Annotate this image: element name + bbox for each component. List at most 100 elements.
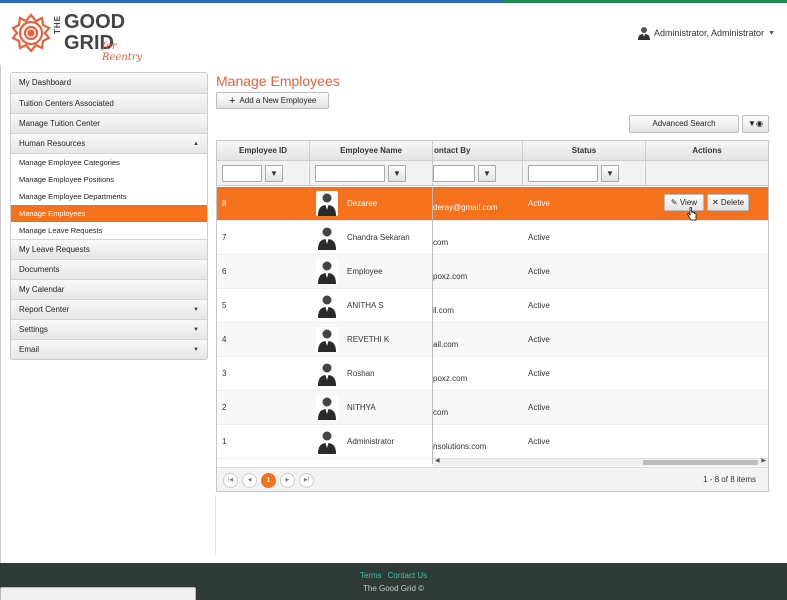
advanced-search-button[interactable]: Advanced Search: [629, 115, 739, 133]
status-cell: Active: [528, 301, 550, 310]
table-row[interactable]: 4 REVETHI K ail.com Active: [217, 323, 768, 357]
view-button[interactable]: ✎ View: [664, 194, 704, 211]
contact-by-filter-input[interactable]: [433, 165, 475, 182]
employee-avatar-icon: [318, 397, 336, 420]
table-row[interactable]: 6 Employee poxz.com Active: [217, 255, 768, 289]
filter-cell-status: ▼: [523, 161, 646, 186]
employee-name-cell: Employee: [347, 267, 383, 276]
employee-photo: [316, 191, 338, 216]
prev-page-icon[interactable]: ◀: [242, 473, 257, 488]
employee-photo: [316, 293, 338, 318]
view-label: View: [679, 198, 698, 207]
sidebar-subitem-employee-departments[interactable]: Manage Employee Departments: [11, 188, 207, 205]
sidebar-item-manage-tuition-center[interactable]: Manage Tuition Center: [11, 113, 207, 133]
employee-name-cell: NITHYA: [347, 403, 376, 412]
sidebar-subitem-manage-employees[interactable]: Manage Employees: [11, 205, 207, 222]
pencil-icon: ✎: [670, 198, 678, 207]
footer-links: Terms Contact Us: [0, 571, 787, 580]
chevron-up-icon: ▲: [193, 141, 199, 147]
column-header-status[interactable]: Status: [523, 141, 646, 161]
sidebar-item-human-resources[interactable]: Human Resources ▲: [11, 133, 207, 153]
status-cell: Active: [528, 369, 550, 378]
employee-name-cell: Chandra Sekaran: [347, 233, 410, 242]
employee-avatar-icon: [318, 363, 336, 386]
sidebar-item-documents[interactable]: Documents: [11, 259, 207, 279]
filter-icon[interactable]: ▼: [601, 165, 619, 182]
scroll-left-icon[interactable]: ◀: [435, 457, 440, 464]
filter-icon[interactable]: ▼: [478, 165, 496, 182]
scrollbar-thumb[interactable]: [643, 460, 758, 465]
user-name: Administrator, Administrator: [654, 28, 765, 38]
chevron-down-icon: ▼: [193, 327, 199, 333]
add-employee-button[interactable]: + Add a New Employee: [216, 92, 330, 109]
contact-us-link[interactable]: Contact Us: [388, 571, 428, 580]
header: THE GOOD GRID for Reentry Administrator,…: [0, 3, 787, 65]
sidebar-item-label: Settings: [19, 325, 48, 334]
logo-good-text: GOOD: [64, 11, 126, 33]
sidebar-subitem-employee-categories[interactable]: Manage Employee Categories: [11, 154, 207, 171]
status-filter-input[interactable]: [528, 165, 598, 182]
sidebar-item-label: My Leave Requests: [19, 245, 90, 254]
sidebar-item-settings[interactable]: Settings ▼: [11, 319, 207, 339]
employee-avatar-icon: [318, 261, 336, 284]
close-icon: ✕: [711, 198, 719, 207]
sidebar-item-my-leave-requests[interactable]: My Leave Requests: [11, 239, 207, 259]
delete-label: Delete: [720, 198, 745, 207]
horizontal-scrollbar[interactable]: ◀ ▶: [433, 458, 768, 466]
terms-link[interactable]: Terms: [360, 571, 382, 580]
sidebar-subitem-employee-positions[interactable]: Manage Employee Positions: [11, 171, 207, 188]
table-row[interactable]: 2 NITHYA com Active: [217, 391, 768, 425]
column-header-employee-name[interactable]: Employee Name: [310, 141, 433, 161]
status-cell: Active: [528, 437, 550, 446]
sidebar-item-dashboard[interactable]: My Dashboard: [11, 73, 207, 93]
sidebar-item-email[interactable]: Email ▼: [11, 339, 207, 359]
sidebar-item-label: Email: [19, 345, 40, 354]
next-page-icon[interactable]: ▶: [280, 473, 295, 488]
employee-photo: [316, 429, 338, 454]
employee-id-cell: 5: [222, 301, 227, 310]
employee-id-cell: 7: [222, 233, 227, 242]
sidebar-item-label: Manage Tuition Center: [19, 119, 100, 128]
logo-the-text: THE: [53, 15, 62, 34]
employee-name-cell: REVETHI K: [347, 335, 390, 344]
logo-emblem-icon: [11, 13, 51, 53]
filter-cell-employee-id: ▼: [217, 161, 310, 186]
table-row[interactable]: 1 Administrator nsolutions.com Active: [217, 425, 768, 459]
employee-id-cell: 1: [222, 437, 227, 446]
employee-id-cell: 3: [222, 369, 227, 378]
scroll-right-icon[interactable]: ▶: [761, 457, 766, 464]
sidebar: My Dashboard Tuition Centers Associated …: [10, 72, 208, 360]
sidebar-item-my-calendar[interactable]: My Calendar: [11, 279, 207, 299]
sidebar-item-report-center[interactable]: Report Center ▼: [11, 299, 207, 319]
table-row[interactable]: 8 Dezaree deray@gmail.com Active ✎ View …: [217, 187, 768, 221]
sidebar-item-label: My Dashboard: [19, 78, 72, 87]
filter-cell-actions: [646, 161, 768, 186]
last-page-icon[interactable]: ▶|: [299, 473, 314, 488]
column-header-contact-by[interactable]: ontact By: [433, 141, 523, 161]
user-menu[interactable]: Administrator, Administrator ▼: [638, 26, 775, 40]
table-row[interactable]: 5 ANITHA S il.com Active: [217, 289, 768, 323]
employee-name-cell: Roshan: [347, 369, 375, 378]
delete-button[interactable]: ✕ Delete: [707, 194, 749, 211]
sidebar-item-tuition-centers-associated[interactable]: Tuition Centers Associated: [11, 93, 207, 113]
column-header-employee-id[interactable]: Employee ID: [217, 141, 310, 161]
sidebar-subitem-manage-leave-requests[interactable]: Manage Leave Requests: [11, 222, 207, 239]
filter-icon[interactable]: ▼: [388, 165, 406, 182]
current-page-button[interactable]: 1: [261, 473, 276, 488]
app-logo[interactable]: THE GOOD GRID for Reentry: [10, 11, 150, 63]
first-page-icon[interactable]: |◀: [223, 473, 238, 488]
status-bar-popup: [0, 587, 196, 600]
employee-photo: [316, 327, 338, 352]
filter-toggle-button[interactable]: ▼◉: [742, 115, 769, 133]
filter-icon[interactable]: ▼: [265, 165, 283, 182]
employee-photo: [316, 259, 338, 284]
filter-settings-icon: ▼◉: [748, 119, 763, 128]
status-cell: Active: [528, 199, 550, 208]
table-row[interactable]: 3 Roshan poxz.com Active: [217, 357, 768, 391]
employee-name-filter-input[interactable]: [315, 165, 385, 182]
chevron-down-icon: ▼: [193, 347, 199, 353]
table-row[interactable]: 7 Chandra Sekaran com Active: [217, 221, 768, 255]
employee-id-cell: 4: [222, 335, 227, 344]
employee-id-filter-input[interactable]: [222, 165, 262, 182]
employee-photo: [316, 225, 338, 250]
